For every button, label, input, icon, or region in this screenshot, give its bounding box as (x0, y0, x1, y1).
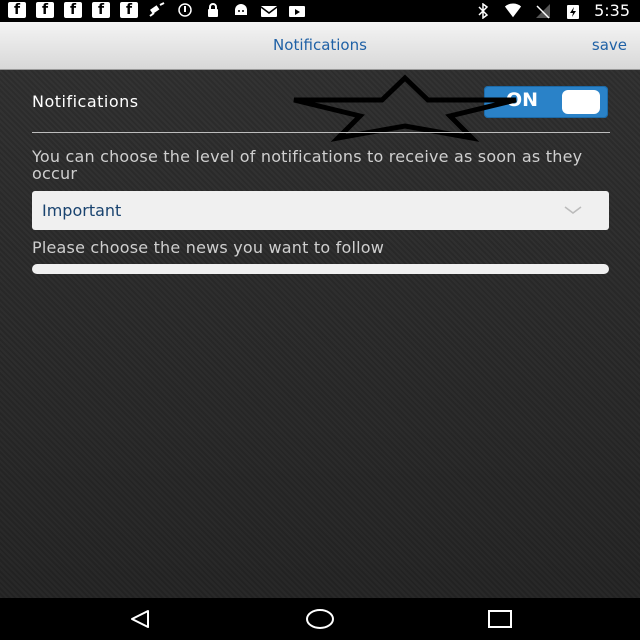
recents-icon[interactable] (485, 608, 515, 630)
status-clock: 5:35 (594, 1, 630, 20)
android-icon (232, 2, 250, 18)
wifi-icon (504, 3, 522, 19)
status-bar-notifications: f f f f f (8, 2, 306, 18)
mail-icon (260, 2, 278, 18)
notification-level-description: You can choose the level of notification… (32, 147, 583, 183)
satellite-icon (148, 2, 166, 18)
chevron-down-icon (564, 206, 582, 214)
circle-info-icon (176, 2, 194, 18)
notification-level-value: Important (42, 201, 122, 220)
lock-icon (204, 2, 222, 18)
facebook-icon: f (64, 2, 82, 18)
home-icon[interactable] (305, 608, 335, 630)
back-icon[interactable] (126, 608, 156, 630)
status-bar: f f f f f 5:35 (0, 0, 640, 22)
notification-level-select[interactable]: Important (32, 191, 609, 230)
facebook-icon: f (120, 2, 138, 18)
media-icon (288, 2, 306, 18)
page-title: Notifications (273, 36, 367, 54)
facebook-icon: f (36, 2, 54, 18)
settings-content: Notifications ON You can choose the leve… (0, 70, 640, 598)
divider (32, 132, 610, 133)
bluetooth-icon (474, 2, 492, 19)
no-signal-icon (534, 3, 552, 19)
top-app-bar: Notifications save (0, 22, 640, 70)
status-bar-system: 5:35 (474, 1, 630, 20)
notifications-label: Notifications (32, 92, 139, 111)
follow-news-label: Please choose the news you want to follo… (32, 238, 385, 257)
toggle-knob (562, 90, 600, 114)
facebook-icon: f (92, 2, 110, 18)
system-nav-bar (0, 598, 640, 640)
save-button[interactable]: save (592, 36, 627, 54)
news-follow-list[interactable] (32, 264, 609, 274)
facebook-icon: f (8, 2, 26, 18)
battery-charging-icon (564, 3, 582, 19)
